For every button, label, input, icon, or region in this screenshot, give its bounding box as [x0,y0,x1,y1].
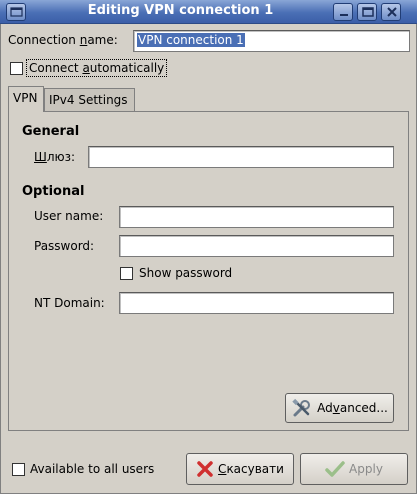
window-title: Editing VPN connection 1 [87,3,274,18]
close-icon [387,7,397,17]
connection-name-label: Connection name: [8,33,118,47]
advanced-button[interactable]: Advanced... [285,393,394,423]
title-bar[interactable]: Editing VPN connection 1 [0,0,417,24]
connection-name-value: VPN connection 1 [137,33,245,47]
tab-ipv4-settings[interactable]: IPv4 Settings [44,88,135,111]
ntdomain-label: NT Domain: [34,296,105,310]
minimize-button[interactable] [333,3,353,21]
apply-button-label: Apply [349,462,383,476]
show-password-label[interactable]: Show password [139,266,232,280]
show-password-checkbox[interactable] [120,267,133,280]
username-label: User name: [34,209,104,223]
username-input[interactable] [119,206,394,228]
cancel-icon [197,461,213,477]
close-button[interactable] [381,3,401,21]
general-heading: General [22,124,80,139]
tab-vpn[interactable]: VPN [8,86,44,112]
ntdomain-input[interactable] [119,292,394,314]
optional-heading: Optional [22,184,85,199]
maximize-icon [362,7,374,17]
connect-automatically-checkbox[interactable] [10,62,23,75]
advanced-button-label: Advanced... [317,401,388,415]
minimize-icon [340,14,348,16]
gateway-label: Шлюз: [34,150,76,164]
apply-button[interactable]: Apply [300,453,408,485]
connect-automatically-label[interactable]: Connect automatically [26,59,168,77]
tools-icon [292,398,311,417]
available-to-all-users-checkbox[interactable] [12,463,25,476]
password-input[interactable] [119,235,394,257]
connection-name-input[interactable]: VPN connection 1 [133,30,410,52]
password-label: Password: [34,239,95,253]
window-menu-button[interactable] [6,3,26,21]
checkmark-icon [325,461,345,477]
cancel-button-label: Скасувати [218,462,284,476]
window-menu-icon [10,7,23,17]
maximize-button[interactable] [357,3,377,21]
available-to-all-users-label[interactable]: Available to all users [30,462,154,476]
cancel-button[interactable]: Скасувати [186,453,294,485]
gateway-input[interactable] [88,146,394,168]
